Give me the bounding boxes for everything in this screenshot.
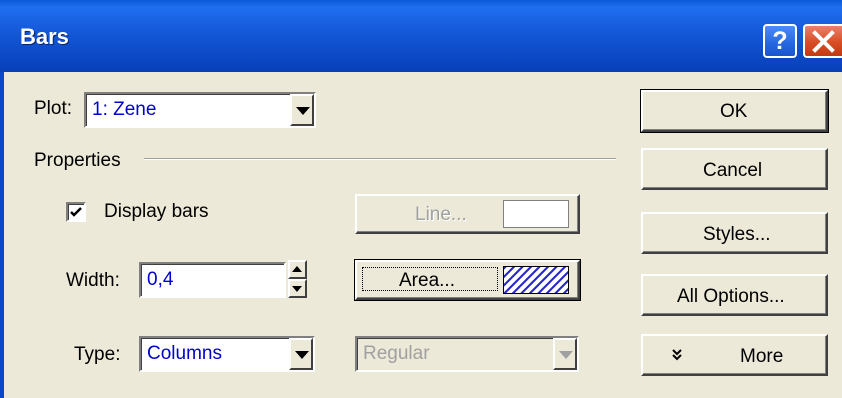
plot-select[interactable]: 1: Zene	[84, 92, 316, 128]
plot-label: Plot:	[34, 98, 73, 119]
chevron-down-icon[interactable]	[290, 94, 314, 126]
cancel-button[interactable]: Cancel	[641, 148, 828, 190]
area-button[interactable]: Area...	[354, 259, 581, 301]
width-spinner[interactable]	[288, 260, 307, 298]
spin-up-icon[interactable]	[288, 260, 307, 279]
bar-style-select[interactable]: Regular	[355, 336, 579, 372]
close-icon	[812, 30, 835, 53]
close-button[interactable]	[803, 24, 842, 58]
area-button-label: Area...	[399, 270, 455, 291]
all-options-button-label: All Options...	[677, 286, 785, 307]
ok-button[interactable]: OK	[640, 89, 829, 133]
line-button[interactable]: Line...	[355, 194, 580, 234]
window-title: Bars	[20, 24, 69, 49]
double-chevron-down-icon	[672, 349, 682, 361]
display-bars-label[interactable]: Display bars	[104, 201, 209, 223]
width-input-value: 0,4	[147, 269, 174, 290]
more-button-label: More	[740, 346, 784, 367]
properties-divider	[144, 158, 616, 160]
plot-select-value: 1: Zene	[92, 99, 157, 120]
type-label: Type:	[74, 344, 121, 365]
styles-button-label: Styles...	[703, 224, 771, 245]
spin-down-icon[interactable]	[288, 279, 307, 298]
cancel-button-label: Cancel	[703, 160, 763, 181]
help-icon: ?	[772, 27, 788, 55]
display-bars-checkbox[interactable]	[66, 202, 86, 222]
type-select-value: Columns	[147, 343, 222, 364]
checkmark-icon	[70, 207, 82, 217]
width-input[interactable]: 0,4	[139, 262, 286, 298]
chevron-down-icon[interactable]	[289, 338, 313, 370]
properties-group-label: Properties	[34, 150, 121, 171]
line-button-label: Line...	[415, 204, 467, 225]
styles-button[interactable]: Styles...	[641, 212, 828, 254]
area-pattern-swatch	[503, 266, 569, 294]
type-select[interactable]: Columns	[139, 336, 315, 372]
bars-dialog: Bars ? Plot: 1: Zene Properties Display …	[0, 0, 842, 398]
window-border	[0, 72, 4, 398]
ok-button-label: OK	[720, 101, 748, 122]
all-options-button[interactable]: All Options...	[641, 274, 828, 316]
width-label: Width:	[66, 270, 120, 291]
title-bar[interactable]: Bars ?	[0, 0, 842, 72]
chevron-down-icon	[553, 338, 577, 370]
line-style-swatch	[503, 200, 569, 228]
help-button[interactable]: ?	[763, 24, 797, 58]
more-button[interactable]: More	[641, 334, 828, 376]
bar-style-select-value: Regular	[363, 343, 430, 364]
